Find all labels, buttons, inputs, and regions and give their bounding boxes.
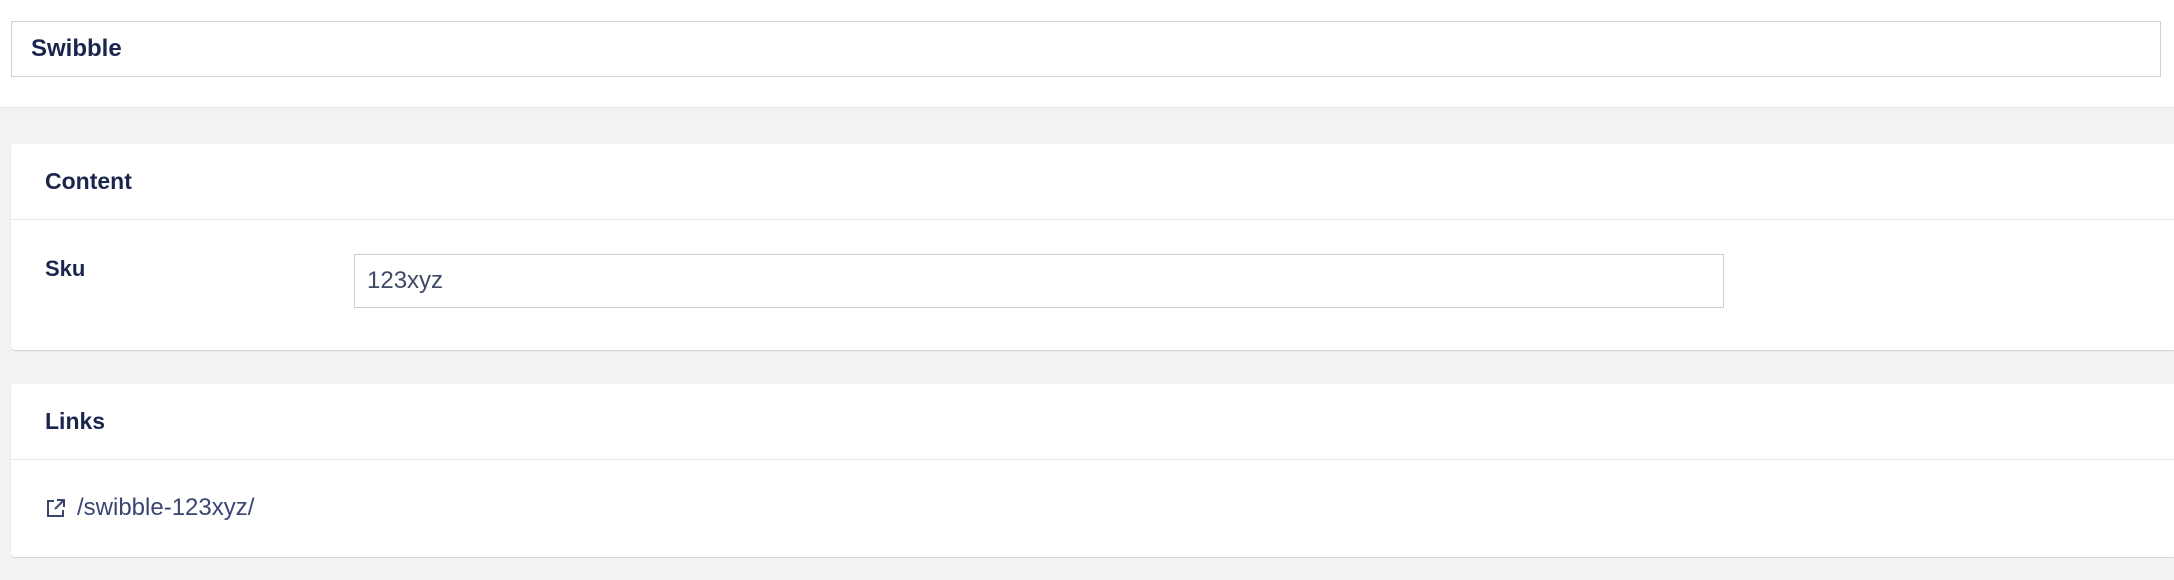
editor-header — [0, 0, 2174, 108]
content-panel: Content Sku — [11, 144, 2174, 350]
sku-label: Sku — [45, 256, 86, 281]
sku-input[interactable] — [354, 254, 1724, 308]
links-panel-title: Links — [11, 384, 2174, 460]
links-panel: Links /swibble-123xyz/ — [11, 384, 2174, 557]
node-name-input[interactable] — [11, 21, 2161, 77]
external-link-icon — [45, 497, 67, 519]
content-panel-title: Content — [11, 144, 2174, 220]
node-url-text: /swibble-123xyz/ — [77, 494, 255, 521]
node-url-link[interactable]: /swibble-123xyz/ — [45, 494, 254, 522]
